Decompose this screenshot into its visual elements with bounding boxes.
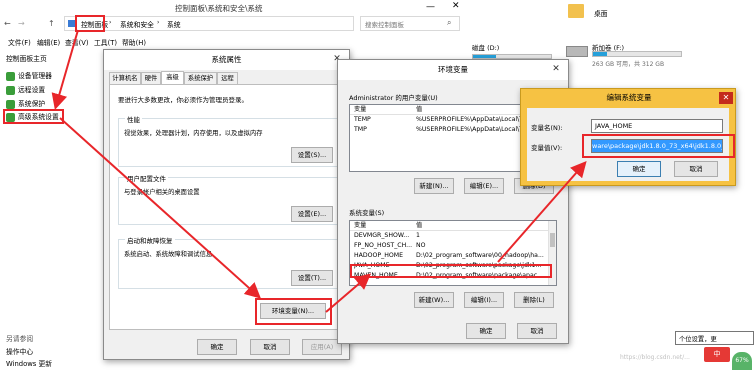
arrow [325,273,372,313]
arrow [51,29,79,110]
arrow [59,117,261,299]
arrow [497,160,587,263]
annotation-arrows [51,29,587,313]
